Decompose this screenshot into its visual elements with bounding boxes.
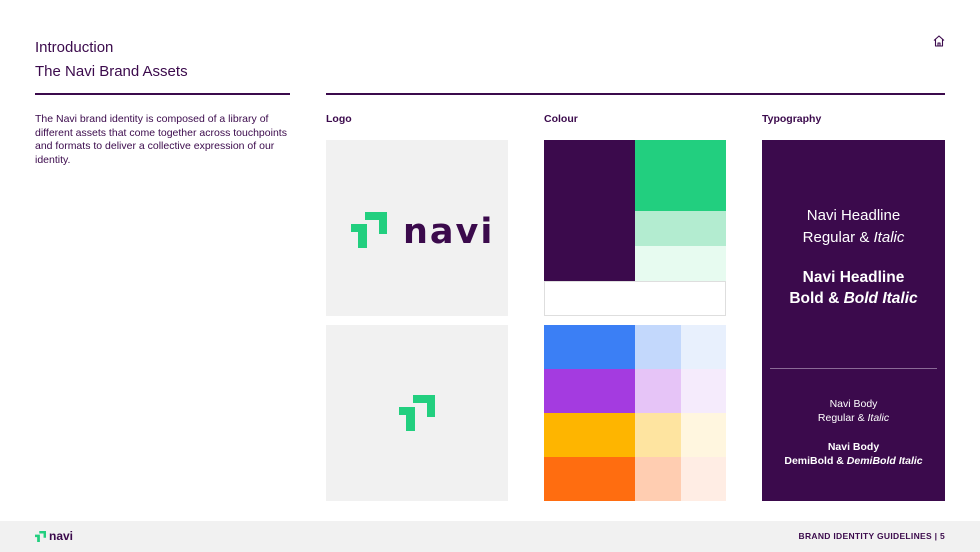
swatch-green-light [635, 246, 726, 281]
footer: navi BRAND IDENTITY GUIDELINES | 5 [0, 521, 980, 552]
headline-bold-title: Navi Headline [802, 269, 905, 286]
swatch-yellow-light [681, 413, 726, 457]
swatch-brand-green [635, 140, 726, 211]
headline-regular-title: Navi Headline [806, 207, 901, 224]
swatch-violet [544, 369, 635, 413]
divider-left [35, 93, 290, 95]
swatch-orange [544, 457, 635, 501]
body-demibold-title: Navi Body [827, 441, 880, 453]
typography-panel: Navi Headline Regular & Italic Navi Head… [762, 140, 945, 501]
page-title: Introduction The Navi Brand Assets [35, 36, 188, 84]
section-label-logo: Logo [326, 113, 352, 125]
footer-page-label: BRAND IDENTITY GUIDELINES | 5 [798, 531, 945, 541]
logo-card-symbol [326, 325, 508, 501]
footer-logo: navi [35, 529, 73, 543]
swatch-violet-mid [635, 369, 681, 413]
swatch-blue [544, 325, 635, 369]
header-section-name: Introduction [35, 39, 114, 56]
swatch-violet-light [681, 369, 726, 413]
body-regular-styles: Regular & Italic [817, 412, 890, 424]
section-label-typography: Typography [762, 113, 822, 125]
swatch-yellow [544, 413, 635, 457]
navi-symbol-icon [35, 530, 46, 542]
typography-divider [770, 368, 937, 369]
home-icon[interactable] [932, 34, 946, 48]
swatch-orange-mid [635, 457, 681, 501]
swatch-orange-light [681, 457, 726, 501]
swatch-white [544, 281, 726, 316]
body-regular-title: Navi Body [829, 398, 878, 410]
swatch-green-mid [635, 211, 726, 246]
logo-card-full: navi [326, 140, 508, 316]
section-label-colour: Colour [544, 113, 578, 125]
navi-symbol-icon [399, 395, 435, 431]
headline-bold-styles: Bold & Bold Italic [789, 290, 918, 307]
navi-wordmark: navi [403, 212, 495, 252]
body-demibold-styles: DemiBold & DemiBold Italic [784, 455, 923, 467]
swatch-blue-light [681, 325, 726, 369]
header-page-name: The Navi Brand Assets [35, 63, 188, 80]
swatch-brand-purple [544, 140, 635, 281]
swatch-yellow-mid [635, 413, 681, 457]
navi-symbol-icon [351, 212, 387, 248]
swatch-blue-mid [635, 325, 681, 369]
intro-paragraph: The Navi brand identity is composed of a… [35, 113, 287, 166]
divider-right [326, 93, 945, 95]
headline-regular-styles: Regular & Italic [802, 229, 905, 246]
footer-wordmark: navi [49, 529, 74, 543]
